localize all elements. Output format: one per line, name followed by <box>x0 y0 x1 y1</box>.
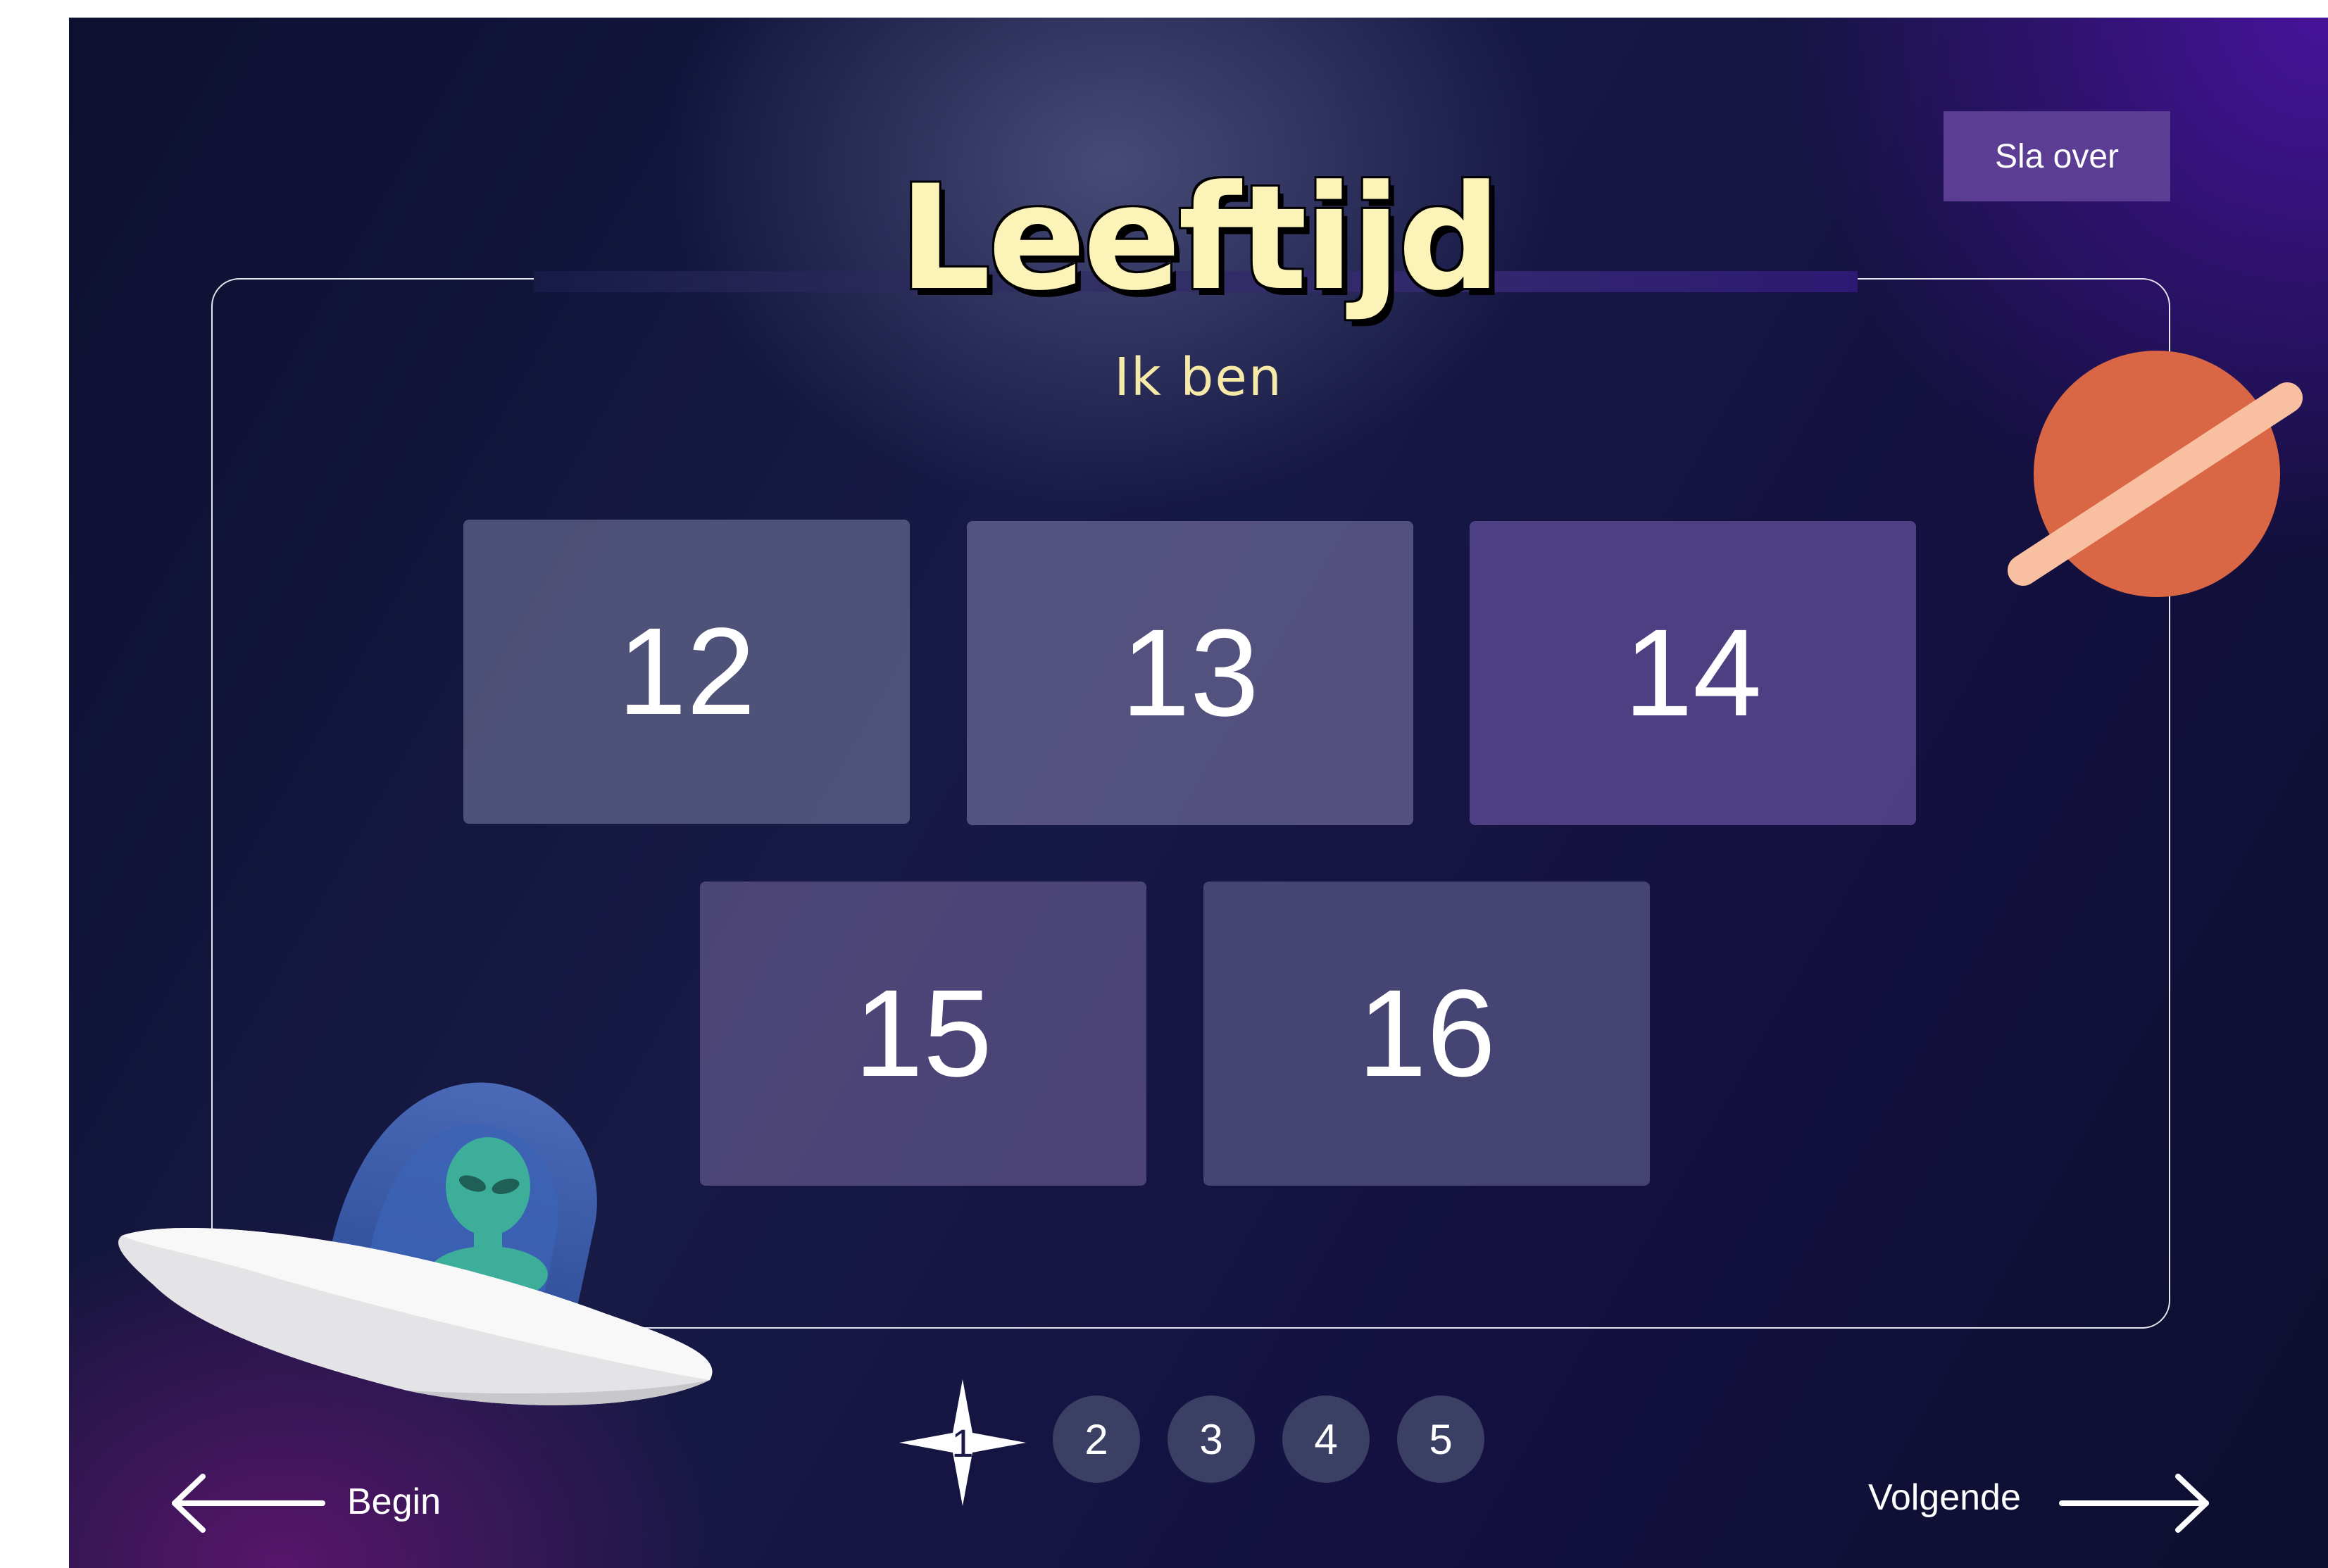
page-subtitle: Ik ben <box>1114 347 1283 408</box>
age-option-15[interactable]: 15 <box>700 882 1146 1186</box>
back-label[interactable]: Begin <box>347 1481 441 1523</box>
step-4[interactable]: 4 <box>1282 1395 1370 1483</box>
age-screen: Leeftijd Ik ben Sla over 12 13 14 15 16 <box>69 18 2328 1568</box>
skip-button[interactable]: Sla over <box>1944 111 2170 201</box>
age-option-13[interactable]: 13 <box>967 521 1413 825</box>
age-option-16[interactable]: 16 <box>1203 882 1650 1186</box>
step-2[interactable]: 2 <box>1053 1395 1140 1483</box>
step-1-label: 1 <box>951 1420 974 1465</box>
step-5[interactable]: 5 <box>1397 1395 1484 1483</box>
step-1-current[interactable]: 1 <box>896 1376 1029 1509</box>
planet-icon <box>2008 351 2303 597</box>
ufo-icon <box>118 1082 713 1405</box>
arrow-left-icon <box>172 1474 325 1533</box>
age-option-14[interactable]: 14 <box>1470 521 1916 825</box>
step-3[interactable]: 3 <box>1168 1395 1255 1483</box>
age-option-12[interactable]: 12 <box>463 520 910 824</box>
next-label[interactable]: Volgende <box>1868 1476 2021 1519</box>
arrow-right-icon <box>2059 1474 2209 1533</box>
next-button[interactable] <box>2055 1468 2224 1538</box>
